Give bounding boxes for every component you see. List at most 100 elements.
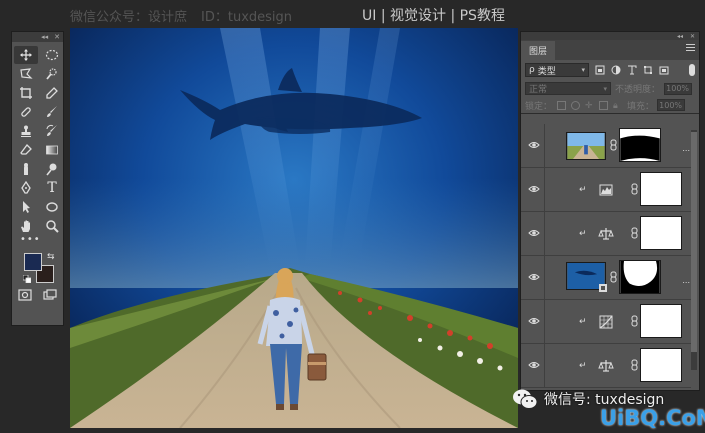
clone-stamp-icon[interactable] [14, 122, 38, 140]
pen-icon[interactable] [14, 179, 38, 197]
curves-grid-icon[interactable] [598, 314, 614, 330]
quick-selection-icon[interactable] [40, 65, 64, 83]
elliptical-marquee-icon[interactable] [40, 46, 64, 64]
lock-position-icon[interactable]: ✛ [585, 101, 594, 111]
mode-tools [12, 287, 63, 301]
levels-icon[interactable] [598, 182, 614, 198]
ellipse-shape-icon[interactable] [40, 198, 64, 216]
layer-mask-thumbnail[interactable] [640, 216, 682, 250]
mask-link-icon[interactable] [610, 139, 617, 151]
shape-filter-icon[interactable] [643, 65, 653, 75]
zoom-icon[interactable] [40, 217, 64, 235]
brush-icon[interactable] [40, 103, 64, 121]
eye-icon[interactable] [528, 359, 540, 371]
collapse-icon[interactable]: ◂◂ [41, 33, 48, 41]
eye-icon[interactable] [528, 183, 540, 195]
smudge-icon[interactable] [14, 160, 38, 178]
tool-grid: T [12, 42, 63, 235]
blend-row: 正常 ▾ 不透明度： 100% [521, 80, 699, 97]
gradient-icon[interactable] [40, 141, 64, 159]
collapse-icon[interactable]: ◂◂ [677, 33, 683, 40]
layer-mask-thumbnail[interactable] [640, 172, 682, 206]
tools-panel: ◂◂ ✕ T ••• ⇆ [11, 31, 64, 326]
opacity-field[interactable]: 100% [664, 82, 693, 95]
color-balance-icon[interactable] [598, 358, 614, 374]
clipping-arrow-icon: ↵ [579, 229, 587, 239]
color-swatches: ⇆ [12, 251, 63, 287]
adjustment-filter-icon[interactable] [611, 65, 621, 75]
eraser-icon[interactable] [14, 141, 38, 159]
type-filter-icon[interactable] [627, 65, 637, 75]
eyedropper-icon[interactable] [40, 84, 64, 102]
lock-pixels-icon[interactable] [571, 100, 581, 110]
polygonal-lasso-icon[interactable] [14, 65, 38, 83]
blend-mode-select[interactable]: 正常 ▾ [525, 82, 611, 95]
screen-mode-icon[interactable] [43, 289, 57, 301]
more-icon: ... [682, 276, 690, 285]
layer-filter-row: ρ 类型 ▾ [521, 60, 699, 80]
lock-label: 锁定： [525, 101, 553, 112]
healing-brush-icon[interactable] [14, 103, 38, 121]
more-icon: ... [682, 144, 690, 153]
eye-icon[interactable] [528, 139, 540, 151]
color-balance-icon[interactable] [598, 226, 614, 242]
crop-icon[interactable] [14, 84, 38, 102]
scrollbar-thumb[interactable] [691, 132, 697, 352]
layer-row[interactable]: ... [521, 124, 691, 168]
pixel-filter-icon[interactable] [595, 65, 605, 75]
foreground-color-swatch[interactable] [24, 253, 42, 271]
chevron-down-icon: ▾ [581, 66, 585, 74]
mask-link-icon[interactable] [631, 227, 638, 239]
more-tools-icon[interactable]: ••• [12, 235, 63, 249]
mask-link-icon[interactable] [631, 183, 638, 195]
swap-colors-icon[interactable]: ⇆ [47, 252, 55, 262]
lock-all-icon[interactable]: 🔒︎ [613, 101, 622, 111]
path-selection-icon[interactable] [14, 198, 38, 216]
eye-icon[interactable] [528, 271, 540, 283]
layer-mask-thumbnail[interactable] [619, 260, 661, 294]
mask-link-icon[interactable] [631, 359, 638, 371]
layer-row[interactable]: ↵ [521, 168, 691, 212]
layer-row[interactable]: ... [521, 256, 691, 300]
layers-panel: ◂◂ ✕ 图层 ρ 类型 ▾ 正常 ▾ 不透明度： 100% 锁定： ✛ 🔒︎ … [520, 31, 700, 391]
layer-list: ... ↵ ↵ ... ↵ ↵ [521, 124, 691, 388]
layer-mask-thumbnail[interactable] [640, 304, 682, 338]
smart-object-icon [599, 284, 607, 292]
quick-mask-icon[interactable] [18, 289, 32, 301]
fill-field[interactable]: 100% [657, 99, 686, 111]
tutorial-category-watermark: UI | 视觉设计 | PS教程 [362, 8, 505, 24]
site-logo: UiBQ.CoM [600, 406, 705, 430]
smart-object-filter-icon[interactable] [659, 65, 669, 75]
layer-row[interactable]: ↵ [521, 300, 691, 344]
blend-mode-value: 正常 [529, 85, 548, 95]
opacity-label: 不透明度： [615, 85, 661, 95]
mask-link-icon[interactable] [631, 315, 638, 327]
type-icon-label: T [47, 180, 57, 196]
wechat-account-watermark: 微信公众号：设计庶 [70, 9, 188, 25]
eye-icon[interactable] [528, 315, 540, 327]
dodge-icon[interactable] [40, 160, 64, 178]
clipping-arrow-icon: ↵ [579, 361, 587, 371]
move-icon[interactable] [14, 46, 38, 64]
close-icon[interactable]: ✕ [54, 33, 60, 41]
close-icon[interactable]: ✕ [690, 33, 695, 40]
lock-artboard-icon[interactable] [599, 100, 609, 110]
tab-layers[interactable]: 图层 [521, 41, 556, 60]
layer-mask-thumbnail[interactable] [640, 348, 682, 382]
layer-row[interactable]: ↵ [521, 344, 691, 388]
default-colors-icon[interactable] [23, 275, 31, 283]
history-brush-icon[interactable] [40, 122, 64, 140]
panel-menu-icon[interactable] [686, 44, 695, 53]
type-icon[interactable]: T [40, 179, 64, 197]
layers-scrollbar[interactable] [691, 130, 697, 370]
layer-row[interactable]: ↵ [521, 212, 691, 256]
filter-toggle[interactable] [689, 64, 695, 76]
lock-transparency-icon[interactable] [557, 100, 567, 110]
layer-mask-thumbnail[interactable] [619, 128, 661, 162]
hand-icon[interactable] [14, 217, 38, 235]
layer-thumbnail[interactable] [566, 132, 606, 160]
eye-icon[interactable] [528, 227, 540, 239]
document-canvas[interactable] [70, 28, 518, 428]
layer-filter-select[interactable]: ρ 类型 ▾ [525, 63, 589, 77]
mask-link-icon[interactable] [610, 271, 617, 283]
